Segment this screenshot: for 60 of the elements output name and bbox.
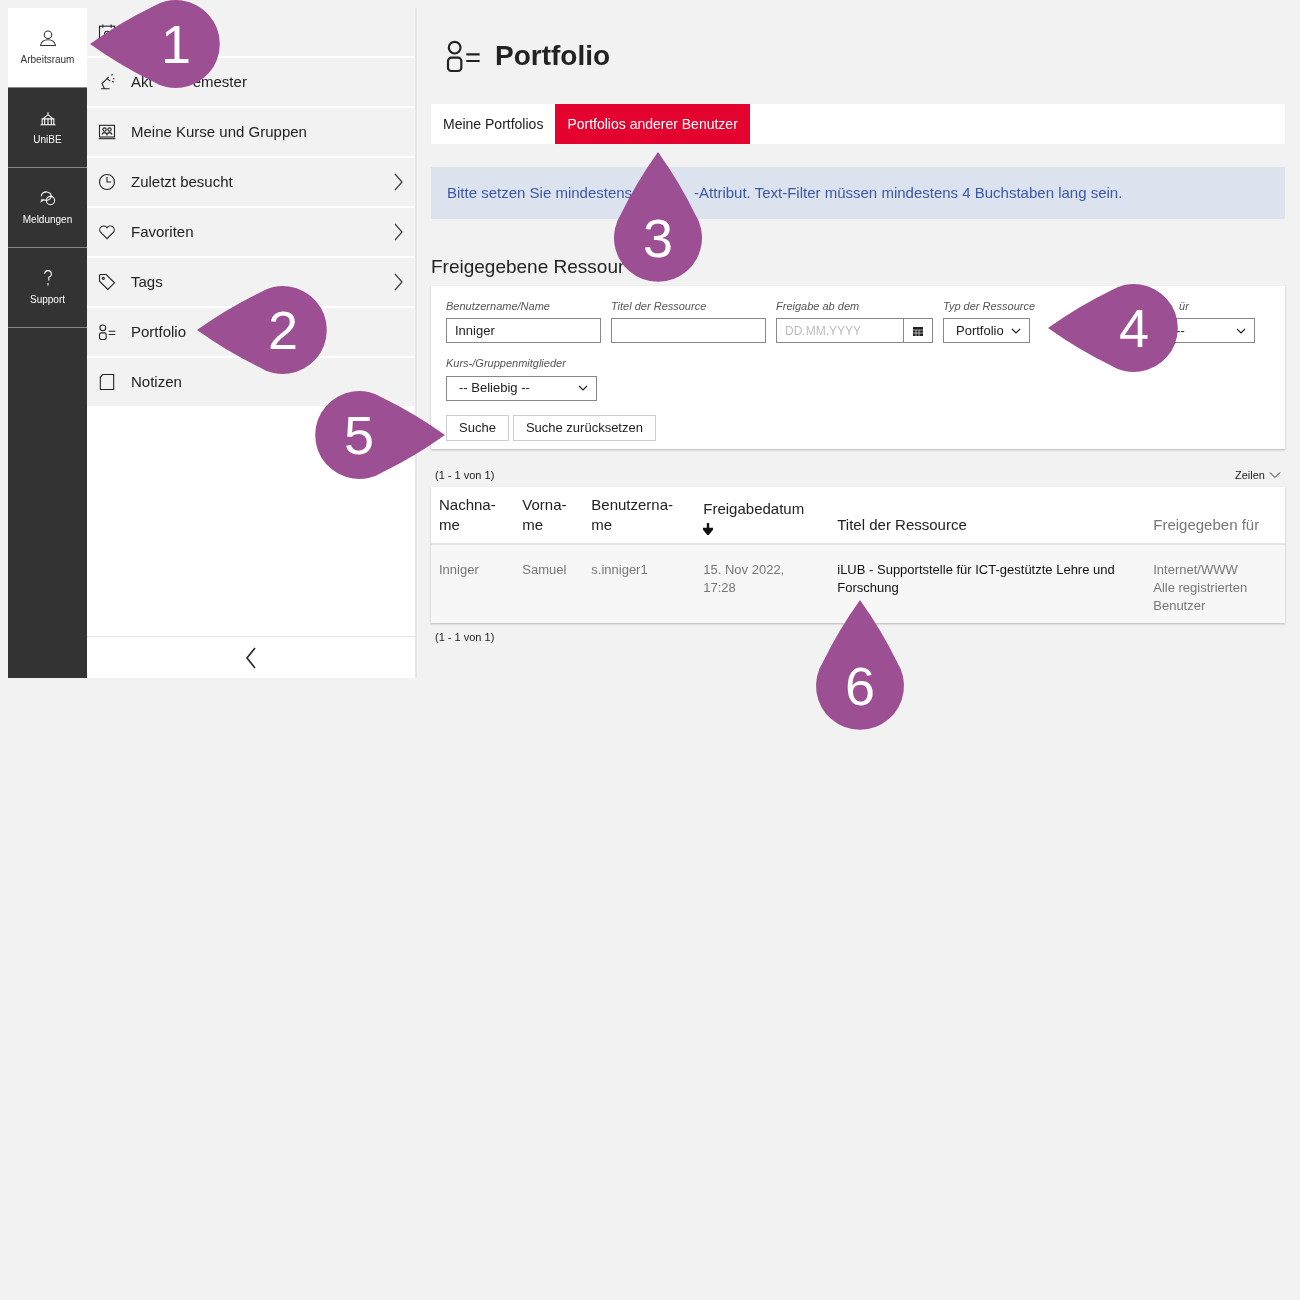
clock-icon bbox=[97, 172, 117, 192]
text-field[interactable]: Inniger bbox=[446, 318, 601, 343]
portfolio-icon bbox=[97, 322, 117, 342]
chevron-down-icon bbox=[1269, 470, 1281, 479]
result-count: (1 - 1 von 1) bbox=[434, 630, 496, 645]
text-field[interactable] bbox=[611, 318, 766, 343]
rows-menu[interactable]: Zeilen bbox=[1235, 466, 1281, 483]
table-cell: Inniger bbox=[431, 544, 515, 623]
column-header[interactable]: Benutzerna- me bbox=[583, 487, 696, 544]
table-cell: Internet/WWW Alle registrierten Benutzer bbox=[1145, 544, 1285, 623]
tab[interactable]: Portfolios anderer Benutzer bbox=[555, 104, 750, 144]
section-title: Freigegebene Ressour bbox=[431, 255, 625, 279]
chevron-right-icon bbox=[393, 222, 403, 242]
menu-item[interactable]: Meine Kurse und Gruppen bbox=[87, 108, 415, 156]
sort-arrow-icon bbox=[703, 523, 714, 535]
tag-icon bbox=[97, 272, 117, 292]
field-label: ür bbox=[1178, 298, 1189, 314]
field-label: Typ der Ressource bbox=[943, 298, 1036, 314]
menu-item[interactable]: Favoriten bbox=[87, 208, 415, 256]
menu-item[interactable]: Tags bbox=[87, 258, 415, 306]
callout-tooltip: 2 bbox=[197, 286, 327, 374]
column-header[interactable]: Vorna- me bbox=[514, 487, 584, 544]
column-header[interactable]: Titel der Ressource bbox=[829, 487, 1146, 544]
search-button[interactable]: Suche bbox=[446, 414, 509, 441]
table-cell: Samuel bbox=[514, 544, 584, 623]
callout-tooltip: 6 bbox=[816, 600, 904, 730]
heart-icon bbox=[97, 222, 117, 242]
column-header[interactable]: Freigabedatum bbox=[695, 487, 830, 544]
user-icon bbox=[37, 28, 58, 48]
result-count: (1 - 1 von 1) bbox=[435, 467, 495, 483]
field-label: Benutzername/Name bbox=[446, 298, 550, 314]
chevron-right-icon bbox=[393, 172, 403, 192]
alert-text: Bitte setzen Sie mindestens bbox=[447, 182, 633, 203]
chat-icon bbox=[37, 188, 58, 208]
search-button[interactable]: Suche zurücksetzen bbox=[512, 414, 656, 441]
date-field[interactable]: DD.MM.YYYY bbox=[776, 318, 904, 343]
menu-item[interactable]: Zuletzt besucht bbox=[87, 158, 415, 206]
collapse-chevron-icon[interactable] bbox=[245, 646, 257, 669]
group-icon bbox=[97, 122, 117, 142]
tab[interactable]: Meine Portfolios bbox=[431, 104, 556, 144]
select-field[interactable]: Portfolio bbox=[943, 318, 1030, 343]
callout-tooltip: 4 bbox=[1048, 284, 1178, 372]
caret-icon bbox=[578, 385, 588, 391]
table-cell: s.inniger1 bbox=[583, 544, 696, 623]
column-header[interactable]: Freigegeben für bbox=[1145, 487, 1285, 544]
field-label: Titel der Ressource bbox=[611, 298, 707, 314]
rail-item[interactable]: Arbeitsraum bbox=[8, 8, 87, 88]
calendar-icon bbox=[912, 324, 924, 337]
field-label: Freigabe ab dem bbox=[776, 298, 860, 314]
page-title: Portfolio bbox=[495, 39, 611, 73]
note-icon bbox=[97, 372, 117, 392]
caret-icon bbox=[1236, 327, 1247, 334]
chevron-right-icon bbox=[393, 272, 403, 292]
alert-text: -Attribut. Text-Filter müssen mindestens 4 Buchstaben lang sein. bbox=[694, 182, 1123, 203]
caret-icon bbox=[1011, 327, 1021, 334]
menu-item[interactable]: Notizen bbox=[87, 358, 415, 406]
column-header[interactable]: Nachna- me bbox=[431, 487, 515, 544]
calendar-button[interactable] bbox=[904, 318, 933, 343]
select-field[interactable]: -- Beliebig -- bbox=[446, 375, 597, 401]
field-label: Kurs-/Gruppenmitglieder bbox=[446, 356, 566, 371]
